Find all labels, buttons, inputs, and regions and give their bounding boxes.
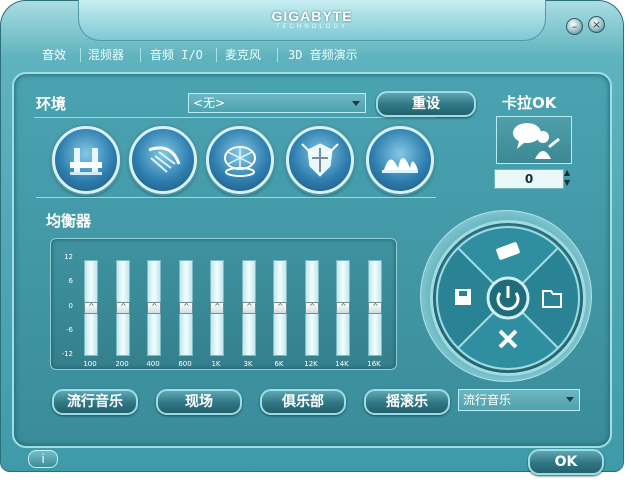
tab-audio-io[interactable]: 音频 I/O bbox=[150, 46, 203, 64]
environment-knight-button[interactable] bbox=[286, 126, 354, 194]
tab-separator bbox=[216, 48, 217, 62]
eq-frequency-label: 12K bbox=[304, 360, 318, 368]
environment-select-value: <无> bbox=[193, 96, 226, 110]
eq-slider-thumb[interactable] bbox=[305, 302, 319, 314]
environment-stadium-button[interactable] bbox=[206, 126, 274, 194]
chevron-down-icon bbox=[352, 101, 360, 106]
eq-frequency-label: 16K bbox=[367, 360, 381, 368]
ok-button[interactable]: OK bbox=[528, 449, 604, 475]
tab-microphone[interactable]: 麦克风 bbox=[225, 46, 261, 64]
eq-frequency-label: 400 bbox=[146, 360, 160, 368]
shower-icon bbox=[148, 146, 181, 173]
eq-frequency-label: 600 bbox=[178, 360, 192, 368]
stadium-icon bbox=[224, 146, 256, 177]
save-icon bbox=[455, 289, 471, 305]
eq-slider-thumb[interactable] bbox=[210, 302, 224, 314]
eq-slider-thumb[interactable] bbox=[179, 302, 193, 314]
dial-segments bbox=[435, 225, 581, 371]
karaoke-value[interactable]: 0 bbox=[494, 169, 564, 189]
opera-house-icon bbox=[382, 158, 418, 173]
environment-title: 环境 bbox=[36, 95, 67, 113]
knight-icon bbox=[301, 143, 339, 177]
environment-shower-button[interactable] bbox=[129, 126, 197, 194]
brand-subtitle: TECHNOLOGY bbox=[275, 24, 348, 30]
minimize-button[interactable]: – bbox=[566, 18, 583, 35]
preset-live-button[interactable]: 现场 bbox=[156, 389, 242, 415]
tab-effects[interactable]: 音效 bbox=[42, 46, 66, 64]
eq-frequency-label: 6K bbox=[274, 360, 284, 368]
eq-slider-thumb[interactable] bbox=[242, 302, 256, 314]
logo-plate: GIGABYTE TECHNOLOGY bbox=[78, 0, 546, 41]
tab-mixer[interactable]: 混频器 bbox=[88, 46, 124, 64]
preset-select[interactable]: 流行音乐 bbox=[458, 389, 580, 411]
preset-select-value: 流行音乐 bbox=[463, 393, 512, 407]
environment-opera-button[interactable] bbox=[366, 126, 434, 194]
eq-frequency-label: 1K bbox=[211, 360, 221, 368]
eq-scale-label: 12 bbox=[64, 253, 73, 261]
bathroom-icon bbox=[70, 148, 102, 175]
eq-slider-thumb[interactable] bbox=[368, 302, 382, 314]
eq-slider-thumb[interactable] bbox=[336, 302, 350, 314]
info-button[interactable]: i bbox=[28, 450, 58, 468]
eq-slider-thumb[interactable] bbox=[84, 302, 98, 314]
eq-frequency-label: 200 bbox=[115, 360, 129, 368]
karaoke-down-arrow[interactable]: ▼ bbox=[564, 178, 574, 188]
eq-scale-label: 0 bbox=[68, 302, 73, 310]
divider bbox=[34, 117, 436, 118]
equalizer-title: 均衡器 bbox=[46, 212, 92, 230]
tab-3d-demo[interactable]: 3D 音频演示 bbox=[288, 46, 358, 64]
eq-frequency-label: 100 bbox=[83, 360, 97, 368]
eq-slider-thumb[interactable] bbox=[273, 302, 287, 314]
eq-slider-thumb[interactable] bbox=[116, 302, 130, 314]
eq-scale-label: -6 bbox=[66, 326, 73, 334]
eq-scale-label: -12 bbox=[61, 350, 73, 358]
tab-separator bbox=[80, 48, 81, 62]
info-label: i bbox=[41, 452, 45, 466]
environment-bathroom-button[interactable] bbox=[52, 126, 120, 194]
karaoke-title: 卡拉OK bbox=[502, 94, 557, 112]
eq-scale-label: 6 bbox=[68, 277, 73, 285]
control-dial-ring bbox=[430, 220, 586, 376]
preset-pop-button[interactable]: 流行音乐 bbox=[52, 389, 138, 415]
karaoke-icon bbox=[513, 123, 560, 159]
eq-frequency-label: 14K bbox=[335, 360, 349, 368]
brand-logo: GIGABYTE bbox=[271, 8, 353, 24]
eq-slider-thumb[interactable] bbox=[147, 302, 161, 314]
reset-button[interactable]: 重设 bbox=[376, 91, 476, 117]
divider bbox=[36, 197, 436, 198]
preset-rock-button[interactable]: 摇滚乐 bbox=[364, 389, 450, 415]
tab-separator bbox=[140, 48, 141, 62]
karaoke-up-arrow[interactable]: ▲ bbox=[564, 168, 574, 178]
environment-select[interactable]: <无> bbox=[188, 93, 366, 113]
chevron-down-icon bbox=[566, 397, 574, 402]
close-button[interactable]: × bbox=[588, 16, 605, 33]
tab-separator bbox=[277, 48, 278, 62]
karaoke-display bbox=[496, 116, 572, 164]
preset-club-button[interactable]: 俱乐部 bbox=[260, 389, 346, 415]
eq-frequency-label: 3K bbox=[243, 360, 253, 368]
